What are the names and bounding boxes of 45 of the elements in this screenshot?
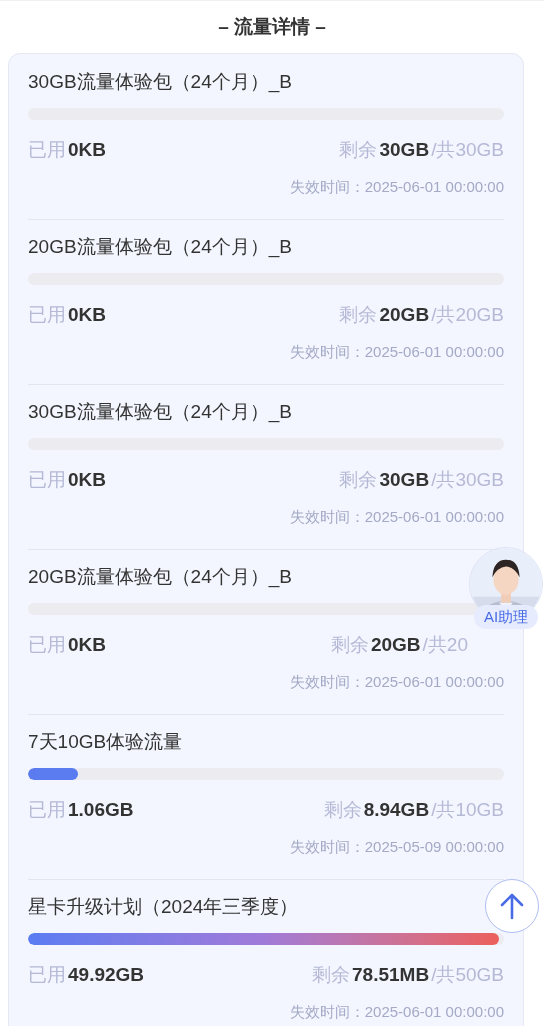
package-name: 20GB流量体验包（24个月）_B	[28, 235, 293, 260]
arrow-up-icon	[499, 892, 525, 920]
used-amount: 0KB	[68, 302, 106, 327]
used-label: 已用	[28, 797, 66, 822]
remaining-amount: 20GB	[370, 632, 421, 657]
total-amount: /共30GB	[431, 137, 504, 162]
used-label: 已用	[28, 467, 66, 492]
remaining-label: 剩余	[330, 632, 369, 657]
section-title: – 流量详情 –	[218, 14, 326, 39]
expiry-time: 失效时间：2025-06-01 00:00:00	[289, 1002, 504, 1022]
remaining-label: 剩余	[339, 137, 378, 162]
remaining-amount: 8.94GB	[363, 797, 430, 822]
used-amount: 0KB	[68, 632, 106, 657]
package-name: 30GB流量体验包（24个月）_B	[28, 70, 293, 95]
remaining-amount: 78.51MB	[352, 962, 430, 987]
used-label: 已用	[28, 302, 66, 327]
total-amount: /共30GB	[431, 467, 504, 492]
expiry-time: 失效时间：2025-06-01 00:00:00	[289, 342, 504, 362]
used-label: 已用	[28, 962, 66, 987]
package-name: 30GB流量体验包（24个月）_B	[28, 400, 293, 425]
package-name: 7天10GB体验流量	[28, 730, 184, 754]
remaining-label: 剩余	[312, 962, 350, 987]
used-amount: 0KB	[68, 137, 106, 162]
expiry-time: 失效时间：2025-05-09 00:00:00	[289, 837, 504, 857]
used-amount: 49.92GB	[68, 962, 145, 987]
remaining-amount: 30GB	[379, 467, 430, 492]
package-name: 20GB流量体验包（24个月）_B	[28, 565, 293, 590]
total-amount: /共10GB	[431, 797, 504, 822]
remaining-amount: 30GB	[379, 137, 430, 162]
used-amount: 0KB	[68, 467, 106, 492]
remaining-label: 剩余	[339, 302, 378, 327]
remaining-amount: 20GB	[379, 302, 430, 327]
expiry-time: 失效时间：2025-06-01 00:00:00	[289, 672, 504, 692]
expiry-time: 失效时间：2025-06-01 00:00:00	[289, 507, 504, 527]
expiry-time: 失效时间：2025-06-01 00:00:00	[289, 177, 504, 197]
ai-assistant-button[interactable]: AI助理	[468, 547, 544, 653]
used-amount: 1.06GB	[68, 797, 134, 822]
package-name: 星卡升级计划（2024年三季度）	[28, 895, 300, 919]
remaining-label: 剩余	[339, 467, 378, 492]
remaining-label: 剩余	[323, 797, 362, 822]
used-label: 已用	[28, 632, 66, 657]
total-amount: /共20GB	[431, 302, 504, 327]
used-label: 已用	[28, 137, 66, 162]
total-amount: /共20	[422, 632, 468, 657]
total-amount: /共50GB	[431, 962, 504, 987]
